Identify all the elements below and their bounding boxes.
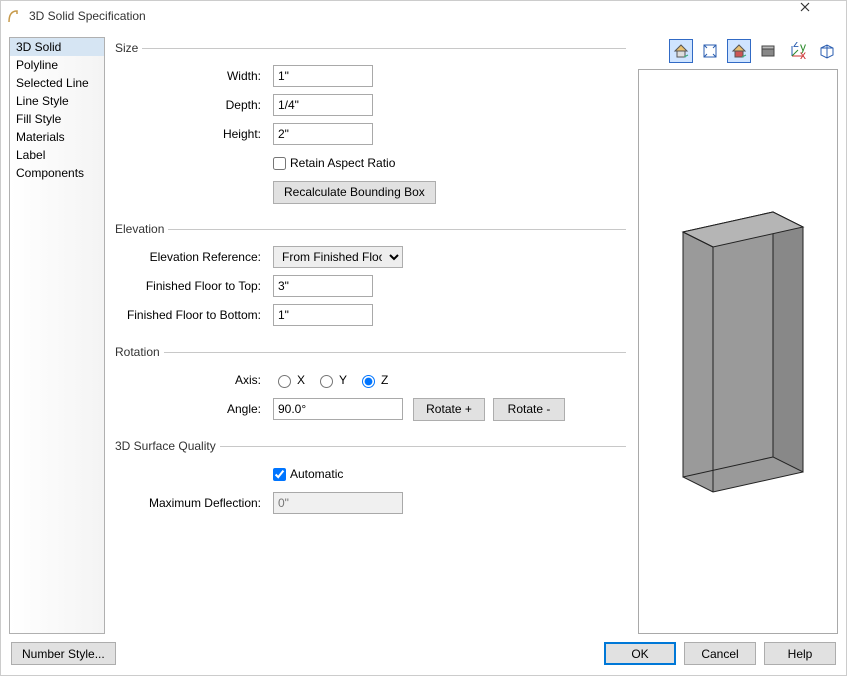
category-list: 3D Solid Polyline Selected Line Line Sty… (10, 38, 104, 633)
recalculate-button[interactable]: Recalculate Bounding Box (273, 181, 436, 204)
max-deflection-label: Maximum Deflection: (117, 496, 273, 510)
form-panel: Size Width: Depth: Height: (113, 37, 630, 634)
sidebar-item-selected-line[interactable]: Selected Line (10, 74, 104, 92)
preview-viewport[interactable] (638, 69, 838, 634)
height-input[interactable] (273, 123, 373, 145)
elevation-ref-label: Elevation Reference: (117, 250, 273, 264)
fit-icon[interactable] (698, 39, 722, 63)
titlebar: 3D Solid Specification (1, 1, 846, 31)
ok-button[interactable]: OK (604, 642, 676, 665)
surface-quality-legend: 3D Surface Quality (115, 439, 220, 453)
preview-column: zyx (638, 37, 838, 634)
svg-text:z: z (793, 42, 799, 50)
axis-radios: X Y Z (273, 372, 388, 388)
axis-z-radio[interactable]: Z (357, 372, 388, 388)
elevation-group: Elevation Elevation Reference: From Fini… (117, 222, 626, 331)
floor-to-top-input[interactable] (273, 275, 373, 297)
dialog-body: 3D Solid Polyline Selected Line Line Sty… (1, 31, 846, 638)
rotate-plus-button[interactable]: Rotate + (413, 398, 485, 421)
window-title: 3D Solid Specification (29, 9, 800, 23)
axis-y-radio[interactable]: Y (315, 372, 347, 388)
sidebar-item-3d-solid[interactable]: 3D Solid (10, 38, 104, 56)
rotation-legend: Rotation (115, 345, 164, 359)
elevation-ref-select[interactable]: From Finished Floor (273, 246, 403, 268)
sidebar-item-polyline[interactable]: Polyline (10, 56, 104, 74)
wireframe-cube-icon[interactable] (814, 39, 838, 63)
floor-to-bottom-label: Finished Floor to Bottom: (117, 308, 273, 322)
floor-to-bottom-input[interactable] (273, 304, 373, 326)
automatic-input[interactable] (273, 468, 286, 481)
surface-quality-group: 3D Surface Quality Automatic Maximum Def… (117, 439, 626, 519)
help-button[interactable]: Help (764, 642, 836, 665)
elevation-legend: Elevation (115, 222, 168, 236)
cancel-button[interactable]: Cancel (684, 642, 756, 665)
axes-icon[interactable]: zyx (785, 39, 809, 63)
automatic-label: Automatic (290, 467, 343, 481)
width-input[interactable] (273, 65, 373, 87)
preview-toolbar: zyx (638, 37, 838, 65)
floor-to-top-label: Finished Floor to Top: (117, 279, 273, 293)
dialog-window: 3D Solid Specification 3D Solid Polyline… (0, 0, 847, 676)
close-icon (800, 2, 810, 12)
max-deflection-input (273, 492, 403, 514)
depth-input[interactable] (273, 94, 373, 116)
svg-text:x: x (800, 48, 806, 60)
sidebar-item-fill-style[interactable]: Fill Style (10, 110, 104, 128)
sidebar-item-line-style[interactable]: Line Style (10, 92, 104, 110)
axis-x-radio[interactable]: X (273, 372, 305, 388)
size-legend: Size (115, 41, 142, 55)
size-group: Size Width: Depth: Height: (117, 41, 626, 208)
house-elevation-icon[interactable] (669, 39, 693, 63)
retain-aspect-checkbox[interactable]: Retain Aspect Ratio (273, 156, 395, 170)
width-label: Width: (117, 69, 273, 83)
angle-label: Angle: (117, 402, 273, 416)
house-color-icon[interactable] (727, 39, 751, 63)
retain-aspect-label: Retain Aspect Ratio (290, 156, 395, 170)
dialog-footer: Number Style... OK Cancel Help (1, 638, 846, 675)
automatic-checkbox[interactable]: Automatic (273, 467, 343, 481)
category-sidebar: 3D Solid Polyline Selected Line Line Sty… (9, 37, 105, 634)
number-style-button[interactable]: Number Style... (11, 642, 116, 665)
retain-aspect-input[interactable] (273, 157, 286, 170)
axis-label: Axis: (117, 373, 273, 387)
height-label: Height: (117, 127, 273, 141)
rotation-group: Rotation Axis: X Y Z Angle: Rotate + Ro (117, 345, 626, 425)
sidebar-item-components[interactable]: Components (10, 164, 104, 182)
close-button[interactable] (800, 2, 840, 30)
surface-icon[interactable] (756, 39, 780, 63)
sidebar-item-label[interactable]: Label (10, 146, 104, 164)
depth-label: Depth: (117, 98, 273, 112)
app-icon (7, 8, 23, 24)
rotate-minus-button[interactable]: Rotate - (493, 398, 565, 421)
preview-3d-solid (653, 172, 823, 532)
angle-input[interactable] (273, 398, 403, 420)
sidebar-item-materials[interactable]: Materials (10, 128, 104, 146)
